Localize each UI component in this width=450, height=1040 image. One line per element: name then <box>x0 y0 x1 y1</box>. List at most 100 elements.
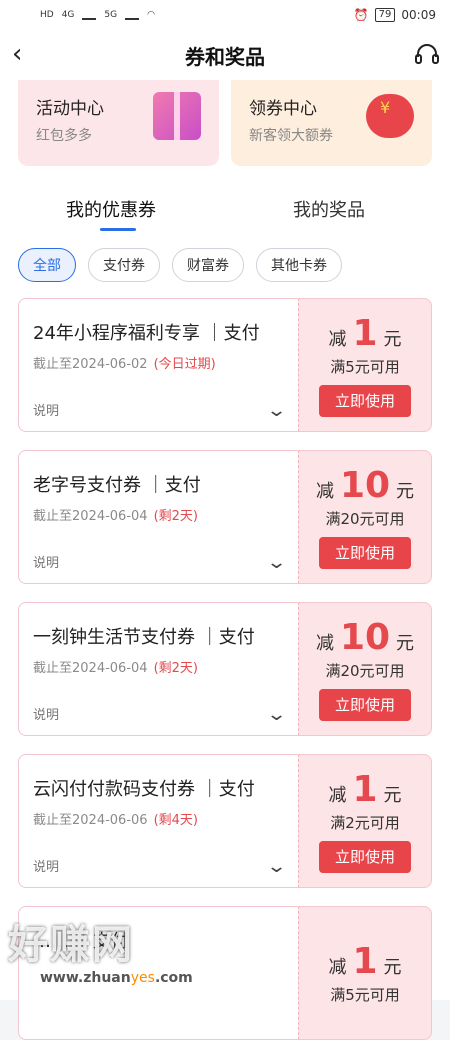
signal-5g: 5G <box>104 10 118 20</box>
amount-number: 1 <box>352 312 378 354</box>
tab-my-coupons[interactable]: 我的优惠券 <box>66 196 156 222</box>
chevron-down-icon[interactable]: ⌄ <box>266 402 287 420</box>
watermark-logo: 好赚网 <box>8 922 134 968</box>
expiry-date: 截止至2024-06-02 <box>33 357 148 372</box>
wifi-icon: ◠ <box>147 10 155 20</box>
tab-active-indicator <box>100 228 136 231</box>
signal-icon <box>82 10 97 20</box>
status-right: ⏰ 79 00:09 <box>354 8 436 22</box>
red-envelope-icon <box>366 94 414 138</box>
use-now-button[interactable]: 立即使用 <box>319 384 411 417</box>
page-title: 券和奖品 <box>185 44 265 69</box>
amount-number: 10 <box>339 464 391 506</box>
expiry-tag: (剩2天) <box>153 509 198 524</box>
coupon-condition: 满5元可用 <box>330 985 400 1004</box>
nav-bar: ‹ 券和奖品 <box>0 30 450 80</box>
filter-wealth[interactable]: 财富券 <box>172 248 244 282</box>
expiry-tag: (今日过期) <box>153 357 216 372</box>
use-now-button[interactable]: 立即使用 <box>319 536 411 569</box>
gift-box-icon <box>153 92 201 140</box>
coupon-center-banner[interactable]: 领券中心 新客领大额券 <box>231 80 432 166</box>
coupon-description-toggle[interactable]: 说明 <box>33 552 59 571</box>
activity-center-banner[interactable]: 活动中心 红包多多 <box>18 80 219 166</box>
coupon-expiry: 截止至2024-06-06 (剩4天) <box>33 809 284 828</box>
use-now-button[interactable]: 立即使用 <box>319 688 411 721</box>
amount-prefix: 减 <box>315 632 334 654</box>
watermark-url: www.zhuanyes.com <box>40 970 193 986</box>
filter-chips: 全部 支付券 财富券 其他卡券 <box>18 248 342 282</box>
coupon-description-toggle[interactable]: 说明 <box>33 856 59 875</box>
status-bar: HD 4G 5G ◠ ⏰ 79 00:09 <box>0 0 450 30</box>
signal-4g: 4G <box>61 10 75 20</box>
watermark-url-mid: yes <box>130 970 155 986</box>
expiry-tag: (剩2天) <box>153 661 198 676</box>
coupon-card: 24年小程序福利专享 ｜支付 截止至2024-06-02 (今日过期) 说明 ⌄ … <box>18 298 432 432</box>
amount-number: 10 <box>339 616 391 658</box>
coupon-value: 减 10 元 满20元可用 立即使用 <box>298 602 432 736</box>
coupon-info: 24年小程序福利专享 ｜支付 截止至2024-06-02 (今日过期) 说明 ⌄ <box>18 298 298 432</box>
alarm-icon: ⏰ <box>353 8 369 22</box>
filter-payment[interactable]: 支付券 <box>88 248 160 282</box>
amount-number: 1 <box>352 768 378 810</box>
expiry-date: 截止至2024-06-06 <box>33 813 148 828</box>
filter-all[interactable]: 全部 <box>18 248 76 282</box>
coupon-expiry: 截止至2024-06-02 (今日过期) <box>33 353 284 372</box>
tab-bar: 我的优惠券 我的奖品 <box>0 196 450 240</box>
coupon-value: 减1元 满5元可用 <box>298 906 432 1040</box>
coupon-name: 24年小程序福利专享 ｜支付 <box>33 323 260 344</box>
watermark-url-post: .com <box>154 970 193 986</box>
coupon-amount: 减 10 元 <box>315 616 415 658</box>
signal-icon-2 <box>125 10 140 20</box>
main-content: 活动中心 红包多多 领券中心 新客领大额券 我的优惠券 我的奖品 全部 支付券 … <box>0 80 450 1040</box>
coupon-amount: 减1元 <box>328 312 402 354</box>
chevron-down-icon[interactable]: ⌄ <box>266 554 287 572</box>
amount-unit: 元 <box>383 956 402 978</box>
coupon-card: 老字号支付券 ｜支付 截止至2024-06-04 (剩2天) 说明 ⌄ 减 10 元 … <box>18 450 432 584</box>
coupon-condition: 满20元可用 <box>325 661 405 680</box>
expiry-tag: (剩4天) <box>153 813 198 828</box>
use-now-button[interactable]: 立即使用 <box>319 840 411 873</box>
coupon-value: 减1元 满2元可用 立即使用 <box>298 754 432 888</box>
amount-prefix: 减 <box>328 328 347 350</box>
coupon-expiry: 截止至2024-06-04 (剩2天) <box>33 657 284 676</box>
tab-my-prizes[interactable]: 我的奖品 <box>293 196 365 222</box>
coupon-info: 云闪付付款码支付券 ｜支付 截止至2024-06-06 (剩4天) 说明 ⌄ <box>18 754 298 888</box>
amount-number: 1 <box>352 940 378 982</box>
amount-unit: 元 <box>383 784 402 806</box>
amount-prefix: 减 <box>315 480 334 502</box>
expiry-date: 截止至2024-06-04 <box>33 661 148 676</box>
coupon-condition: 满20元可用 <box>325 509 405 528</box>
chevron-down-icon[interactable]: ⌄ <box>266 858 287 876</box>
coupon-name: 云闪付付款码支付券 ｜支付 <box>33 779 255 800</box>
amount-prefix: 减 <box>328 784 347 806</box>
filter-other-cards[interactable]: 其他卡券 <box>256 248 342 282</box>
coupon-description-toggle[interactable]: 说明 <box>33 704 59 723</box>
back-icon[interactable]: ‹ <box>12 41 36 67</box>
coupon-expiry: 截止至2024-06-04 (剩2天) <box>33 505 284 524</box>
coupon-amount: 减1元 <box>328 940 402 982</box>
coupon-condition: 满2元可用 <box>330 813 400 832</box>
status-left: HD 4G 5G ◠ <box>40 10 155 20</box>
headset-icon[interactable] <box>414 42 440 68</box>
amount-unit: 元 <box>396 480 415 502</box>
coupon-description-toggle[interactable]: 说明 <box>33 400 59 419</box>
coupon-condition: 满5元可用 <box>330 357 400 376</box>
coupon-value: 减 10 元 满20元可用 立即使用 <box>298 450 432 584</box>
coupon-amount: 减1元 <box>328 768 402 810</box>
coupon-name: 老字号支付券 ｜支付 <box>33 475 201 496</box>
coupon-info: 一刻钟生活节支付券 ｜支付 截止至2024-06-04 (剩2天) 说明 ⌄ <box>18 602 298 736</box>
status-time: 00:09 <box>401 8 436 22</box>
amount-unit: 元 <box>383 328 402 350</box>
coupon-info: 老字号支付券 ｜支付 截止至2024-06-04 (剩2天) 说明 ⌄ <box>18 450 298 584</box>
coupon-value: 减1元 满5元可用 立即使用 <box>298 298 432 432</box>
coupon-amount: 减 10 元 <box>315 464 415 506</box>
coupon-name: 一刻钟生活节支付券 ｜支付 <box>33 627 255 648</box>
network-label: HD <box>40 10 54 20</box>
coupon-card: 云闪付付款码支付券 ｜支付 截止至2024-06-06 (剩4天) 说明 ⌄ 减1… <box>18 754 432 888</box>
coupon-card: 一刻钟生活节支付券 ｜支付 截止至2024-06-04 (剩2天) 说明 ⌄ 减1… <box>18 602 432 736</box>
watermark-url-pre: www.zhuan <box>40 970 131 986</box>
battery-icon: 79 <box>374 8 396 22</box>
amount-unit: 元 <box>396 632 415 654</box>
expiry-date: 截止至2024-06-04 <box>33 509 148 524</box>
chevron-down-icon[interactable]: ⌄ <box>266 706 287 724</box>
